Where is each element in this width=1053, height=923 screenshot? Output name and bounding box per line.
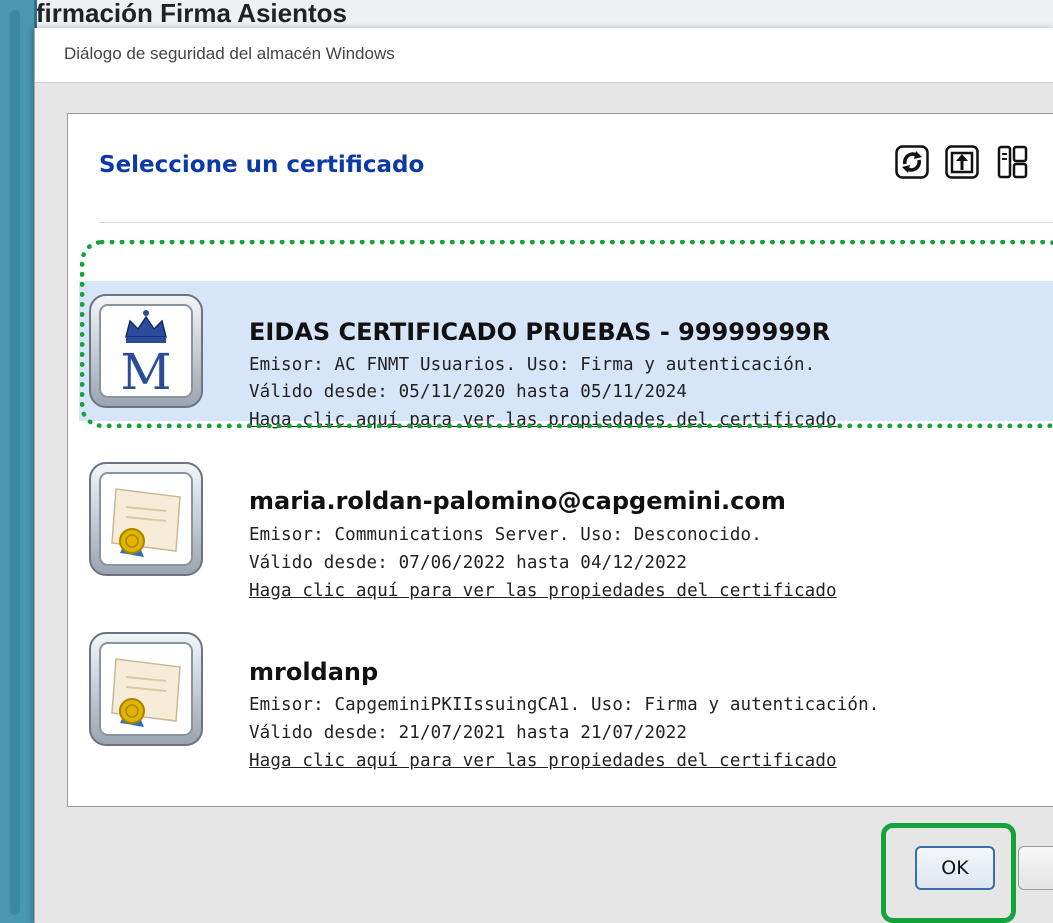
certificate-validity: Válido desde: 07/06/2022 hasta 04/12/202… xyxy=(249,553,688,573)
fnmt-crown-m-icon: M xyxy=(86,291,206,411)
background-page-title: nfirmación Firma Asientos xyxy=(20,0,347,28)
refresh-button[interactable] xyxy=(894,144,930,180)
panel-heading: Seleccione un certificado xyxy=(99,152,425,178)
toolbar xyxy=(894,144,1030,184)
certificate-properties-link[interactable]: Haga clic aquí para ver las propiedades … xyxy=(249,581,837,601)
certificate-name: mroldanp xyxy=(249,658,379,686)
certificate-validity: Válido desde: 05/11/2020 hasta 05/11/202… xyxy=(249,382,688,402)
import-icon xyxy=(945,145,979,179)
certificate-issuer: Emisor: CapgeminiPKIIssuingCA1. Uso: Fir… xyxy=(249,695,880,715)
dialog-titlebar[interactable]: Diálogo de seguridad del almacén Windows xyxy=(35,28,1053,83)
security-dialog: Diálogo de seguridad del almacén Windows… xyxy=(34,28,1053,923)
dialog-title: Diálogo de seguridad del almacén Windows xyxy=(64,44,395,63)
certificate-seal-icon xyxy=(86,629,206,749)
certificate-properties-link[interactable]: Haga clic aquí para ver las propiedades … xyxy=(249,751,837,771)
ok-button[interactable]: OK xyxy=(915,846,995,890)
import-button[interactable] xyxy=(944,144,980,180)
certificate-name: maria.roldan-palomino@capgemini.com xyxy=(249,487,786,515)
background-sidebar xyxy=(0,0,37,923)
certificate-validity: Válido desde: 21/07/2021 hasta 21/07/202… xyxy=(249,723,688,743)
certificate-name: EIDAS CERTIFICADO PRUEBAS - 99999999R xyxy=(249,318,831,346)
refresh-icon xyxy=(895,145,929,179)
background-sidebar-inner xyxy=(10,10,20,915)
certificate-issuer: Emisor: Communications Server. Uso: Desc… xyxy=(249,525,762,545)
certificate-issuer: Emisor: AC FNMT Usuarios. Uso: Firma y a… xyxy=(249,355,816,375)
view-icon xyxy=(997,145,1028,179)
view-button[interactable] xyxy=(994,144,1030,180)
certificate-seal-icon xyxy=(86,459,206,579)
certificate-properties-link[interactable]: Haga clic aquí para ver las propiedades … xyxy=(249,410,837,430)
cancel-button[interactable] xyxy=(1018,846,1053,890)
heading-divider xyxy=(99,222,1053,223)
svg-text:M: M xyxy=(120,343,171,401)
